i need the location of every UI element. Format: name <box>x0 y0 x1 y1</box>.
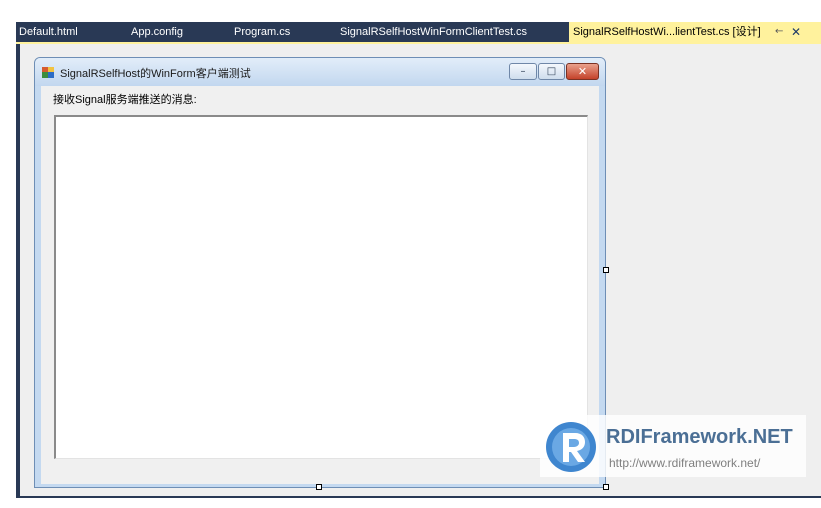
close-icon: ✕ <box>577 65 588 78</box>
winform-app-icon <box>42 67 54 78</box>
minimize-button[interactable]: – <box>509 63 537 80</box>
tab-client-test-cs[interactable]: SignalRSelfHostWinFormClientTest.cs <box>340 22 527 42</box>
document-tab-strip: Default.html App.config Program.cs Signa… <box>16 22 821 42</box>
watermark-url: http://www.rdiframework.net/ <box>609 456 761 470</box>
pin-icon[interactable]: ← <box>775 22 783 42</box>
form-title: SignalRSelfHost的WinForm客户端测试 <box>60 68 251 80</box>
close-button[interactable]: ✕ <box>566 63 599 80</box>
maximize-icon: □ <box>546 66 557 77</box>
form-client-area: 接收Signal服务端推送的消息: <box>41 86 599 484</box>
resize-handle-right[interactable] <box>603 267 609 273</box>
rdi-logo-icon <box>546 422 596 472</box>
minimize-icon: – <box>520 66 526 77</box>
form-window[interactable]: SignalRSelfHost的WinForm客户端测试 – □ ✕ 接收Sig… <box>34 57 606 488</box>
watermark: RDIFramework.NET http://www.rdiframework… <box>540 415 806 477</box>
resize-handle-bottom[interactable] <box>316 484 322 490</box>
resize-handle-corner[interactable] <box>603 484 609 490</box>
tab-program-cs[interactable]: Program.cs <box>234 22 290 42</box>
tab-client-test-designer-label: SignalRSelfHostWi...lientTest.cs [设计] <box>573 26 761 38</box>
maximize-button[interactable]: □ <box>538 63 565 80</box>
watermark-name: RDIFramework.NET <box>606 426 793 448</box>
tab-app-config[interactable]: App.config <box>131 22 183 42</box>
form-titlebar[interactable]: SignalRSelfHost的WinForm客户端测试 – □ ✕ <box>35 58 605 86</box>
message-label: 接收Signal服务端推送的消息: <box>53 94 197 106</box>
message-textbox[interactable] <box>54 115 588 459</box>
tab-default-html[interactable]: Default.html <box>19 22 78 42</box>
close-icon[interactable]: ✕ <box>791 22 801 42</box>
